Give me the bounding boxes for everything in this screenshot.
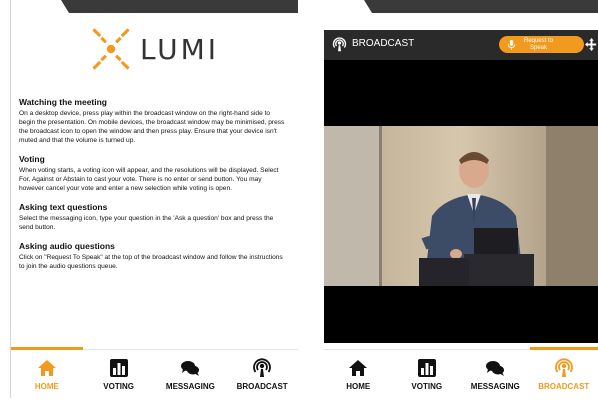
nav-home[interactable]: HOME (324, 350, 393, 398)
broadcast-panel: BROADCAST Request to Speak HOME VOTING M… (324, 0, 598, 398)
voting-icon (109, 359, 128, 377)
broadcast-icon (253, 358, 272, 377)
home-icon (349, 360, 368, 376)
active-indicator (11, 347, 83, 350)
broadcast-header: BROADCAST Request to Speak (324, 30, 598, 60)
broadcast-icon (332, 37, 347, 52)
section-voting: Voting When voting starts, a voting icon… (19, 154, 288, 193)
lumi-logo-icon (92, 28, 130, 70)
nav-broadcast[interactable]: BROADCAST (529, 347, 598, 398)
microphone-icon (507, 39, 516, 50)
logo-wordmark: LUMI (139, 32, 220, 66)
messaging-icon (181, 361, 200, 376)
instructions: Watching the meeting On a desktop device… (19, 97, 288, 280)
info-panel: LUMI Watching the meeting On a desktop d… (10, 0, 298, 398)
nav-label: HOME (34, 382, 59, 391)
section-watching: Watching the meeting On a desktop device… (19, 97, 288, 145)
section-text-questions: Asking text questions Select the messagi… (19, 202, 288, 232)
nav-label: HOME (346, 382, 371, 391)
section-heading: Asking audio questions (19, 241, 115, 251)
nav-broadcast[interactable]: BROADCAST (226, 350, 298, 398)
request-to-speak-label: Request to Speak (524, 38, 553, 52)
nav-voting[interactable]: VOTING (393, 350, 462, 398)
section-heading: Watching the meeting (19, 97, 107, 107)
section-heading: Voting (19, 154, 45, 164)
video-frame (324, 126, 598, 286)
nav-voting[interactable]: VOTING (83, 350, 155, 398)
section-text: Click on "Request To Speak" at the top o… (19, 254, 283, 270)
active-indicator (529, 347, 598, 350)
bottom-nav: HOME VOTING MESSAGING BROADCAST (11, 347, 298, 398)
panel-top-tab (61, 0, 298, 13)
section-heading: Asking text questions (19, 202, 108, 212)
nav-label: MESSAGING (470, 382, 520, 391)
nav-label: VOTING (103, 382, 134, 391)
nav-label: BROADCAST (236, 382, 288, 391)
broadcast-title: BROADCAST (352, 38, 415, 49)
logo-area: LUMI (11, 13, 298, 85)
section-text: On a desktop device, press play within t… (19, 110, 285, 144)
nav-label: MESSAGING (165, 382, 215, 391)
section-audio-questions: Asking audio questions Click on "Request… (19, 241, 288, 271)
nav-label: VOTING (411, 382, 443, 391)
nav-messaging[interactable]: MESSAGING (155, 350, 227, 398)
voting-icon (417, 359, 436, 377)
move-icon[interactable] (585, 38, 598, 51)
section-text: When voting starts, a voting icon will a… (19, 167, 279, 192)
nav-label: BROADCAST (538, 382, 590, 391)
broadcast-icon (554, 358, 573, 377)
nav-messaging[interactable]: MESSAGING (461, 350, 530, 398)
home-icon (37, 360, 56, 376)
request-label-line2: Speak (530, 44, 548, 51)
messaging-icon (486, 361, 505, 376)
section-text: Select the messaging icon, type your que… (19, 215, 274, 231)
request-label-line1: Request to (524, 37, 554, 44)
nav-home[interactable]: HOME (11, 347, 83, 398)
request-to-speak-button[interactable]: Request to Speak (499, 36, 584, 53)
bottom-nav: HOME VOTING MESSAGING BROADCAST (324, 347, 598, 398)
broadcast-video[interactable] (324, 60, 598, 343)
panel-top-tab (364, 0, 598, 13)
